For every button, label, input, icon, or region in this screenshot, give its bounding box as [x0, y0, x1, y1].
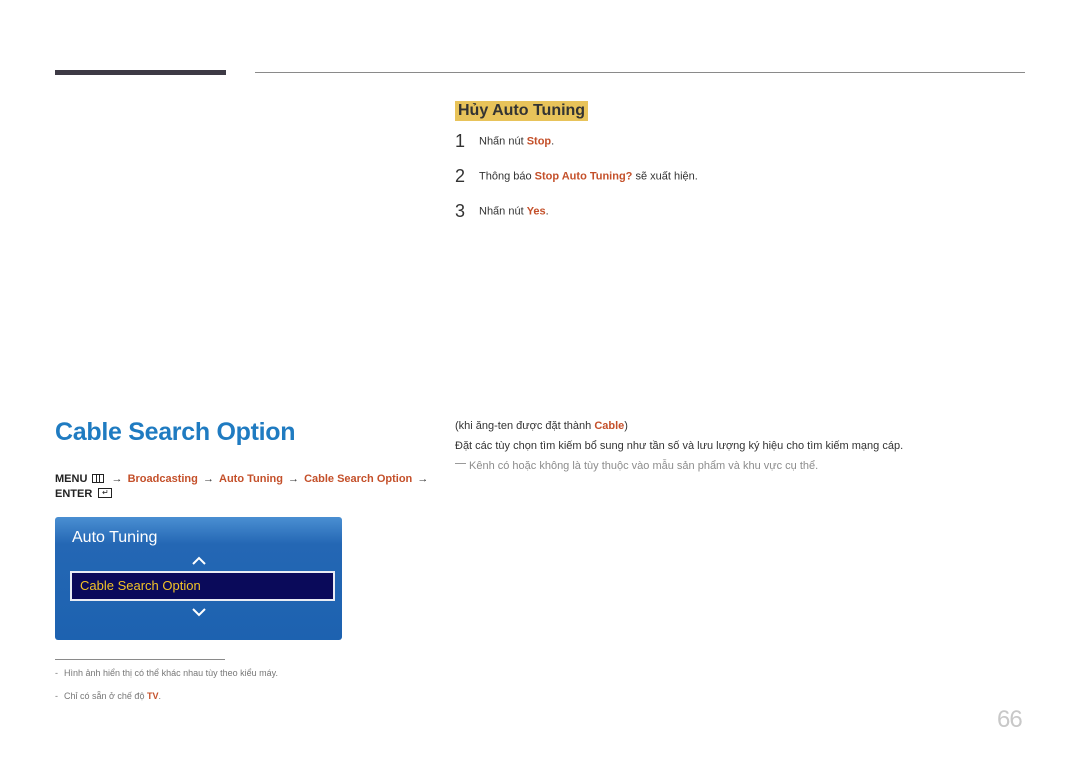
step-3: 3 Nhấn nút Yes.: [455, 201, 549, 222]
step-number: 1: [455, 131, 466, 151]
chevron-up-icon[interactable]: [191, 554, 207, 566]
page-number: 66: [997, 706, 1023, 733]
footnote-text: Hình ảnh hiển thị có thể khác nhau tùy t…: [64, 668, 278, 678]
cancel-auto-tuning-heading: Hủy Auto Tuning: [455, 101, 589, 121]
step-2: 2 Thông báo Stop Auto Tuning? sẽ xuất hiệ…: [455, 166, 698, 187]
arrow: →: [417, 473, 429, 485]
footnote-highlight: TV: [146, 691, 159, 701]
step-text: Nhấn nút Yes.: [479, 205, 549, 218]
osd-selected-item[interactable]: Cable Search Option: [70, 571, 335, 601]
enter-label: ENTER: [55, 488, 93, 500]
osd-title: Auto Tuning: [72, 529, 158, 546]
condition-text: (khi ăng-ten được đặt thành Cable): [455, 420, 628, 432]
note: Kênh có hoặc không là tùy thuộc vào mẫu …: [455, 460, 818, 472]
footnote-1: - Hình ảnh hiển thị có thể khác nhau tùy …: [55, 668, 278, 678]
step-text: Nhấn nút Stop.: [479, 135, 555, 148]
condition-highlight: Cable: [594, 420, 625, 432]
chevron-down-icon[interactable]: [191, 607, 207, 619]
description-text: Đặt các tùy chọn tìm kiếm bổ sung như tầ…: [455, 440, 904, 452]
step-highlight: Yes: [526, 205, 546, 218]
header-rule-thin: [255, 72, 1025, 73]
step-highlight: Stop Auto Tuning?: [534, 170, 633, 183]
step-number: 2: [455, 166, 466, 186]
arrow: →: [288, 473, 299, 485]
step-text: Thông báo Stop Auto Tuning? sẽ xuất hiện…: [479, 170, 698, 183]
step-number: 3: [455, 201, 466, 221]
menu-path: MENU → Broadcasting → Auto Tuning → Cabl…: [55, 472, 435, 502]
arrow: →: [202, 473, 214, 485]
footnote-2: - Chỉ có sẵn ở chế độ TV.: [55, 691, 161, 701]
step-highlight: Stop: [526, 135, 552, 148]
page-title: Cable Search Option: [55, 418, 296, 446]
path-item-cable-search-option[interactable]: Cable Search Option: [304, 473, 412, 485]
menu-icon: [92, 473, 105, 483]
header-rule-thick: [55, 70, 226, 75]
menu-label: MENU: [55, 473, 88, 485]
footnote-text: Chỉ có sẵn ở chế độ: [64, 691, 147, 701]
step-1: 1 Nhấn nút Stop.: [455, 131, 554, 152]
note-dash: [455, 463, 466, 464]
osd-menu-panel: Auto Tuning Cable Search Option: [55, 517, 342, 640]
path-item-auto-tuning[interactable]: Auto Tuning: [219, 473, 283, 485]
footnote-rule: [55, 659, 225, 660]
note-text: Kênh có hoặc không là tùy thuộc vào mẫu …: [469, 460, 819, 472]
path-item-broadcasting[interactable]: Broadcasting: [128, 473, 198, 485]
arrow: →: [111, 473, 123, 485]
enter-icon: ↵: [98, 488, 113, 499]
